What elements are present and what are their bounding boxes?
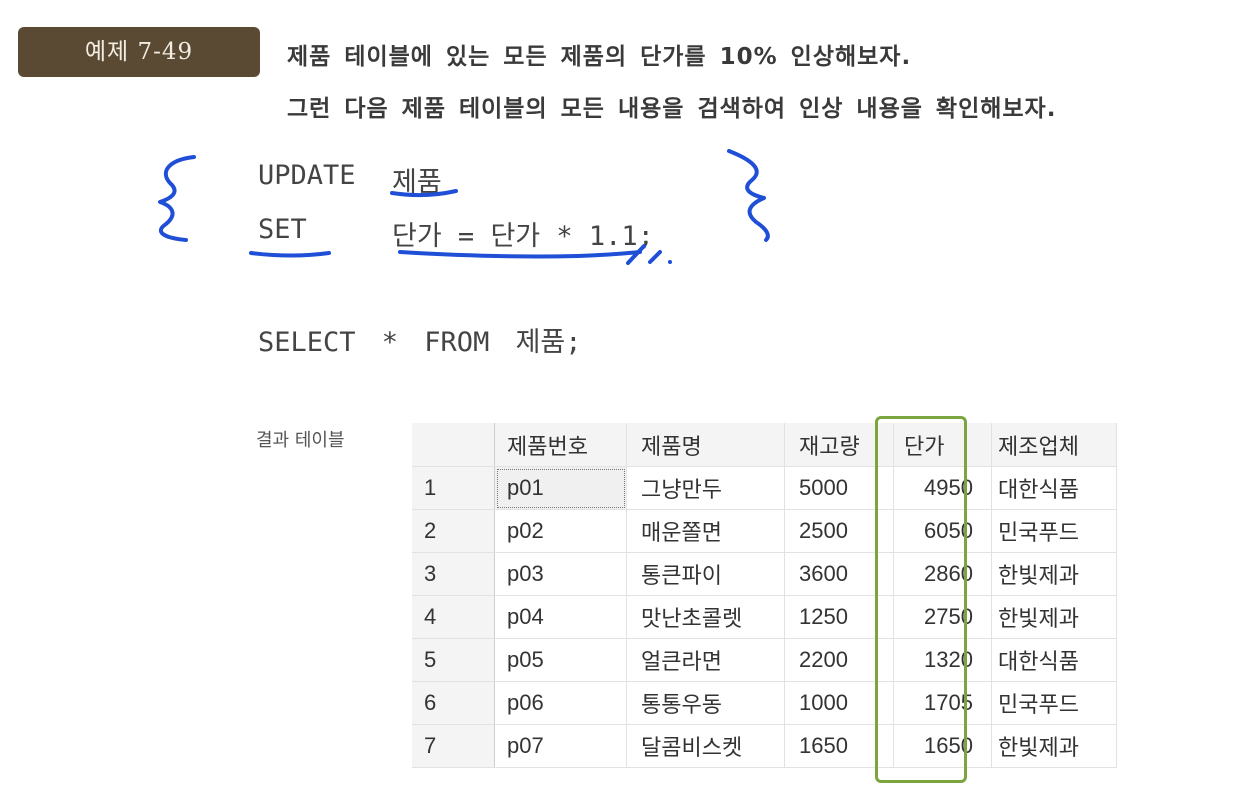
cell-product-name[interactable]: 매운쫄면 [626,509,785,553]
result-table: 제품번호 제품명 재고량 단가 제조업체 1 p01 그냥만두 5000 495… [412,423,1117,768]
right-curly-brace-mark [727,149,770,242]
row-number: 5 [412,638,495,682]
cell-unit-price[interactable]: 1320 [893,638,992,682]
cell-stock[interactable]: 1000 [784,681,894,725]
cell-unit-price[interactable]: 2750 [893,595,992,639]
row-number: 3 [412,552,495,596]
table-row: 4 p04 맛난초콜렛 1250 2750 한빛제과 [412,595,1117,639]
cell-stock[interactable]: 2500 [784,509,894,553]
cell-product-name[interactable]: 얼큰라면 [626,638,785,682]
cell-stock[interactable]: 2200 [784,638,894,682]
update-keyword: UPDATE [258,160,356,191]
cell-product-id[interactable]: p04 [494,595,627,639]
update-target-table: 제품 [392,167,442,198]
row-number: 4 [412,595,495,639]
cell-unit-price[interactable]: 1650 [893,724,992,768]
cell-manufacturer[interactable]: 민국푸드 [991,509,1117,553]
cell-product-id[interactable]: p05 [494,638,627,682]
cell-manufacturer[interactable]: 한빛제과 [991,595,1117,639]
cell-product-name[interactable]: 통큰파이 [626,552,785,596]
cell-product-id[interactable]: p03 [494,552,627,596]
table-header-row: 제품번호 제품명 재고량 단가 제조업체 [412,423,1117,467]
table-row: 5 p05 얼큰라면 2200 1320 대한식품 [412,638,1117,682]
cell-manufacturer[interactable]: 민국푸드 [991,681,1117,725]
cell-manufacturer[interactable]: 대한식품 [991,638,1117,682]
row-number: 7 [412,724,495,768]
set-underline-mark [249,251,331,258]
cell-manufacturer[interactable]: 한빛제과 [991,552,1117,596]
cell-stock[interactable]: 3600 [784,552,894,596]
cell-unit-price[interactable]: 2860 [893,552,992,596]
row-number: 2 [412,509,495,553]
table-row: 1 p01 그냥만두 5000 4950 대한식품 [412,466,1117,510]
table-row: 2 p02 매운쫄면 2500 6050 민국푸드 [412,509,1117,553]
cell-product-id[interactable]: p01 [494,466,627,510]
cell-stock[interactable]: 1250 [784,595,894,639]
cell-stock[interactable]: 1650 [784,724,894,768]
cell-product-name[interactable]: 통통우동 [626,681,785,725]
expression-tick-mark-2 [648,250,662,264]
cell-unit-price[interactable]: 1705 [893,681,992,725]
ink-dot-mark [668,260,672,264]
cell-product-id[interactable]: p02 [494,509,627,553]
row-number: 6 [412,681,495,725]
problem-line-1: 제품 테이블에 있는 모든 제품의 단가를 10% 인상해보자. [287,44,912,70]
set-keyword: SET [258,214,307,245]
cell-unit-price[interactable]: 4950 [893,466,992,510]
column-header-product-name: 제품명 [626,423,785,467]
table-row: 6 p06 통통우동 1000 1705 민국푸드 [412,681,1117,725]
problem-line-2: 그런 다음 제품 테이블의 모든 내용을 검색하여 인상 내용을 확인해보자. [287,96,1057,122]
row-number-header [412,423,495,467]
select-statement: SELECT * FROM 제품; [258,327,582,358]
column-header-product-id: 제품번호 [494,423,627,467]
cell-product-id[interactable]: p06 [494,681,627,725]
cell-product-name[interactable]: 그냥만두 [626,466,785,510]
table-row: 3 p03 통큰파이 3600 2860 한빛제과 [412,552,1117,596]
left-curly-brace-mark [158,155,196,242]
cell-product-id[interactable]: p07 [494,724,627,768]
column-header-manufacturer: 제조업체 [991,423,1117,467]
cell-manufacturer[interactable]: 한빛제과 [991,724,1117,768]
example-badge: 예제 7-49 [18,27,260,77]
set-expression: 단가 = 단가 * 1.1; [392,221,654,252]
column-header-stock: 재고량 [784,423,894,467]
cell-unit-price[interactable]: 6050 [893,509,992,553]
column-header-unit-price: 단가 [893,423,992,467]
cell-manufacturer[interactable]: 대한식품 [991,466,1117,510]
table-row: 7 p07 달콤비스켓 1650 1650 한빛제과 [412,724,1117,768]
row-number: 1 [412,466,495,510]
cell-product-name[interactable]: 달콤비스켓 [626,724,785,768]
result-table-label: 결과 테이블 [256,430,345,451]
cell-stock[interactable]: 5000 [784,466,894,510]
cell-product-name[interactable]: 맛난초콜렛 [626,595,785,639]
